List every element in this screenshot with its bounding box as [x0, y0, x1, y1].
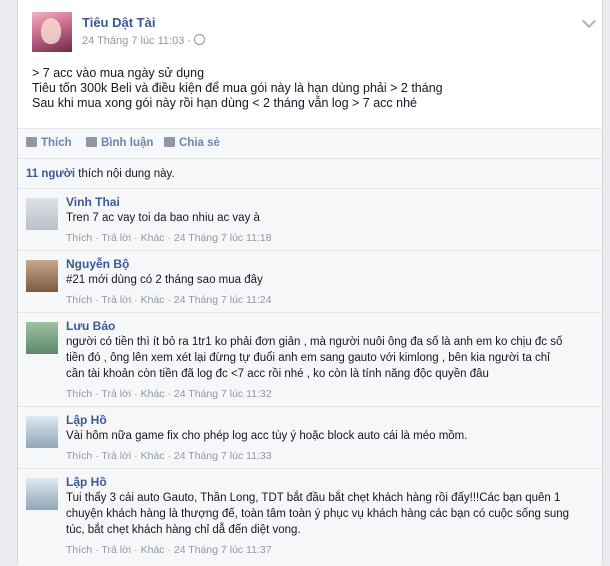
comment-reply-link[interactable]: Trả lời	[101, 232, 131, 244]
post-line: Tiêu tốn 300k Beli và điều kiện để mua g…	[32, 81, 443, 95]
commenter-avatar[interactable]	[26, 322, 58, 354]
commenter-name[interactable]: Lưu Bảo	[66, 319, 115, 333]
comment-button[interactable]: Bình luận	[86, 137, 153, 149]
comment-meta: Thích · Trả lời · Khác · 24 Tháng 7 lúc …	[66, 388, 272, 400]
post-time-text[interactable]: 24 Tháng 7 lúc 11:03 ·	[82, 35, 194, 47]
comment-meta: Thích · Trả lời · Khác · 24 Tháng 7 lúc …	[66, 232, 272, 244]
chevron-down-icon[interactable]	[581, 13, 597, 29]
comment-text: #21 mới dùng có 2 tháng sao mua đây	[66, 274, 263, 286]
comment-like-link[interactable]: Thích	[66, 544, 92, 556]
comment-reply-link[interactable]: Trả lời	[101, 388, 131, 400]
commenter-name[interactable]: Lập Hồ	[66, 413, 107, 427]
likes-summary: 11 người thích nội dung này.	[18, 158, 602, 189]
globe-icon	[194, 34, 206, 45]
post-line: > 7 acc vào mua ngày sử dụng	[32, 66, 205, 80]
comment-meta: Thích · Trả lời · Khác · 24 Tháng 7 lúc …	[66, 294, 272, 306]
comment-time[interactable]: 24 Tháng 7 lúc 11:18	[174, 232, 272, 244]
comment-more-link[interactable]: Khác	[141, 450, 165, 462]
post-timestamp[interactable]: 24 Tháng 7 lúc 11:03 ·	[82, 34, 206, 47]
comment-item: Vinh Thai Tren 7 ac vay toi da bao nhiu …	[18, 188, 602, 251]
comment-text: túc, bắt chẹt khách hàng chỉ dẫ đến diệt…	[66, 524, 301, 536]
comment-more-link[interactable]: Khác	[141, 388, 165, 400]
comment-item: Lưu Bảo người có tiền thì ít bỏ ra 1tr1 …	[18, 312, 602, 407]
comment-text: Tui thấy 3 cái auto Gauto, Thần Long, TD…	[66, 492, 561, 504]
comment-more-link[interactable]: Khác	[141, 544, 165, 556]
share-arrow-icon	[164, 137, 175, 147]
commenter-avatar[interactable]	[26, 478, 58, 510]
comment-item: Nguyễn Bộ #21 mới dùng có 2 tháng sao mu…	[18, 250, 602, 313]
likes-count-link[interactable]: 11 người	[26, 168, 75, 180]
comment-time[interactable]: 24 Tháng 7 lúc 11:33	[174, 450, 272, 462]
comment-more-link[interactable]: Khác	[141, 294, 165, 306]
post-actions-bar: Thích Bình luận Chia sẻ	[18, 128, 602, 159]
comment-icon	[86, 137, 97, 147]
comment-more-link[interactable]: Khác	[141, 232, 165, 244]
comment-like-link[interactable]: Thích	[66, 388, 92, 400]
post-card: Tiêu Dật Tài 24 Tháng 7 lúc 11:03 · > 7 …	[17, 0, 603, 566]
comment-reply-link[interactable]: Trả lời	[101, 294, 131, 306]
comment-item: Lập Hồ Tui thấy 3 cái auto Gauto, Thần L…	[18, 468, 602, 566]
comment-like-link[interactable]: Thích	[66, 294, 92, 306]
like-button[interactable]: Thích	[26, 137, 72, 149]
comment-text: chuyện khách hàng là thượng đế, toàn tâm…	[66, 508, 570, 520]
comment-time[interactable]: 24 Tháng 7 lúc 11:32	[174, 388, 272, 400]
comment-time[interactable]: 24 Tháng 7 lúc 11:24	[174, 294, 272, 306]
comment-reply-link[interactable]: Trả lời	[101, 450, 131, 462]
comment-time[interactable]: 24 Tháng 7 lúc 11:37	[174, 544, 272, 556]
commenter-name[interactable]: Vinh Thai	[66, 195, 120, 209]
commenter-avatar[interactable]	[26, 198, 58, 230]
comment-like-link[interactable]: Thích	[66, 450, 92, 462]
commenter-avatar[interactable]	[26, 416, 58, 448]
likes-text: thích nội dung này.	[75, 168, 175, 180]
comment-text: Tren 7 ac vay toi da bao nhiu ac vay à	[66, 212, 260, 224]
share-button[interactable]: Chia sẻ	[164, 137, 220, 149]
comment-meta: Thích · Trả lời · Khác · 24 Tháng 7 lúc …	[66, 450, 272, 462]
commenter-name[interactable]: Nguyễn Bộ	[66, 257, 129, 271]
comment-text: người có tiền thì ít bỏ ra 1tr1 ko phải …	[66, 336, 563, 348]
comment-text: cần tài khoản còn tiền đã log đc <7 acc …	[66, 368, 489, 380]
commenter-avatar[interactable]	[26, 260, 58, 292]
comment-text: tiền đó , ông lên xem xét lại đừng tự đu…	[66, 352, 550, 364]
comment-like-link[interactable]: Thích	[66, 232, 92, 244]
comment-reply-link[interactable]: Trả lời	[101, 544, 131, 556]
comment-text: Vài hôm nữa game fix cho phép log acc tù…	[66, 430, 468, 442]
post-line: Sau khi mua xong gói này rồi hạn dùng < …	[32, 96, 417, 110]
comment-item: Lập Hồ Vài hôm nữa game fix cho phép log…	[18, 406, 602, 469]
post-author[interactable]: Tiêu Dật Tài	[82, 15, 155, 30]
comment-meta: Thích · Trả lời · Khác · 24 Tháng 7 lúc …	[66, 544, 272, 556]
commenter-name[interactable]: Lập Hồ	[66, 475, 107, 489]
post-text: > 7 acc vào mua ngày sử dụng Tiêu tốn 30…	[32, 66, 443, 111]
author-avatar[interactable]	[32, 12, 72, 52]
thumbs-up-icon	[26, 137, 37, 147]
